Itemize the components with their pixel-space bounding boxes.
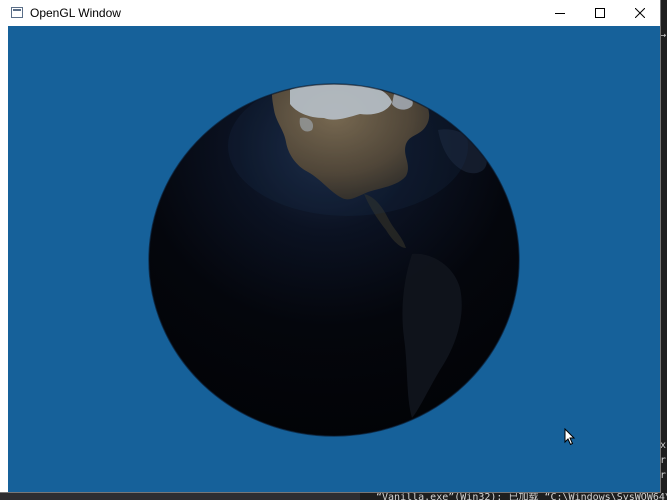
app-window-icon — [11, 7, 23, 18]
background-status-bar — [0, 492, 360, 500]
maximize-icon — [595, 8, 605, 18]
minimize-icon — [555, 13, 565, 14]
background-ide-panel: → x r r — [659, 0, 667, 500]
ide-code-fragment: r — [660, 455, 667, 466]
ide-code-fragment: r — [660, 470, 667, 481]
title-bar[interactable]: OpenGL Window — [0, 0, 660, 26]
ide-code-fragment: x — [660, 440, 667, 451]
close-icon — [635, 8, 645, 18]
maximize-button[interactable] — [580, 0, 620, 26]
opengl-viewport[interactable] — [8, 26, 660, 492]
opengl-window[interactable]: OpenGL Window — [0, 0, 660, 492]
earth-globe — [148, 83, 520, 437]
minimize-button[interactable] — [540, 0, 580, 26]
mouse-cursor-icon — [564, 428, 576, 446]
window-title: OpenGL Window — [30, 6, 121, 20]
close-button[interactable] — [620, 0, 660, 26]
ide-code-fragment: → — [660, 30, 667, 41]
